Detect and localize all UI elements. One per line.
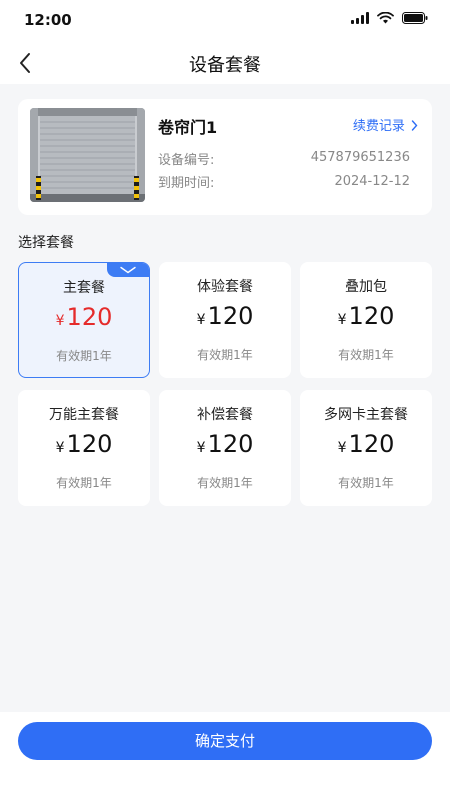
plan-price: ¥120	[159, 430, 291, 458]
plan-validity: 有效期1年	[197, 348, 253, 362]
device-name: 卷帘门1	[158, 118, 218, 137]
renewal-record-link[interactable]: 续费记录	[353, 115, 418, 134]
signal-icon	[351, 12, 369, 24]
plan-card-addon[interactable]: 叠加包 ¥120 有效期1年	[300, 262, 432, 378]
section-title: 选择套餐	[18, 235, 74, 251]
plan-card-trial[interactable]: 体验套餐 ¥120 有效期1年	[159, 262, 291, 378]
currency-symbol: ¥	[337, 440, 347, 456]
currency-symbol: ¥	[55, 440, 65, 456]
status-icons	[351, 12, 428, 24]
plan-validity: 有效期1年	[197, 476, 253, 490]
plan-name: 主套餐	[63, 280, 105, 296]
plan-name: 叠加包	[345, 279, 387, 295]
expiry-value: 2024-12-12	[334, 174, 410, 189]
bottom-bar: 确定支付	[0, 712, 450, 800]
expiry-label: 到期时间:	[158, 176, 215, 191]
plan-card-universal[interactable]: 万能主套餐 ¥120 有效期1年	[18, 390, 150, 506]
plan-card-multi-sim[interactable]: 多网卡主套餐 ¥120 有效期1年	[300, 390, 432, 506]
plan-price: ¥120	[159, 302, 291, 330]
serial-label: 设备编号:	[158, 153, 215, 168]
chevron-right-icon	[409, 119, 418, 134]
plan-name: 补偿套餐	[197, 407, 253, 423]
status-bar: 12:00	[0, 0, 450, 40]
plan-price-value: 120	[348, 430, 395, 458]
plan-price: ¥120	[300, 302, 432, 330]
plan-price-value: 120	[66, 430, 113, 458]
nav-bar: 设备套餐	[0, 40, 450, 84]
currency-symbol: ¥	[196, 312, 206, 328]
plan-price: ¥120	[19, 303, 149, 331]
plan-validity: 有效期1年	[338, 348, 394, 362]
plan-name: 万能主套餐	[49, 407, 119, 423]
plan-validity: 有效期1年	[338, 476, 394, 490]
confirm-pay-button[interactable]: 确定支付	[18, 722, 432, 760]
currency-symbol: ¥	[196, 440, 206, 456]
plan-price-value: 120	[207, 302, 254, 330]
plan-price: ¥120	[18, 430, 150, 458]
plan-card-compensation[interactable]: 补偿套餐 ¥120 有效期1年	[159, 390, 291, 506]
plan-validity: 有效期1年	[56, 476, 112, 490]
selected-check-icon	[107, 263, 149, 277]
plan-price-value: 120	[207, 430, 254, 458]
serial-value: 457879651236	[310, 150, 410, 165]
plan-price-value: 120	[348, 302, 395, 330]
plan-name: 多网卡主套餐	[324, 407, 408, 423]
plan-validity: 有效期1年	[56, 349, 112, 363]
plan-price: ¥120	[300, 430, 432, 458]
currency-symbol: ¥	[55, 313, 65, 329]
plan-price-value: 120	[66, 303, 113, 331]
wifi-icon	[377, 12, 394, 24]
rolling-door-image	[30, 108, 145, 202]
plan-card-main[interactable]: 主套餐 ¥120 有效期1年	[18, 262, 150, 378]
device-card: 卷帘门1 续费记录 设备编号: 457879651236 到期时间: 2024-…	[18, 99, 432, 215]
status-time: 12:00	[24, 11, 72, 29]
plan-name: 体验套餐	[197, 279, 253, 295]
currency-symbol: ¥	[337, 312, 347, 328]
page-title: 设备套餐	[189, 55, 261, 76]
battery-icon	[402, 12, 428, 24]
renewal-record-label: 续费记录	[352, 119, 405, 134]
